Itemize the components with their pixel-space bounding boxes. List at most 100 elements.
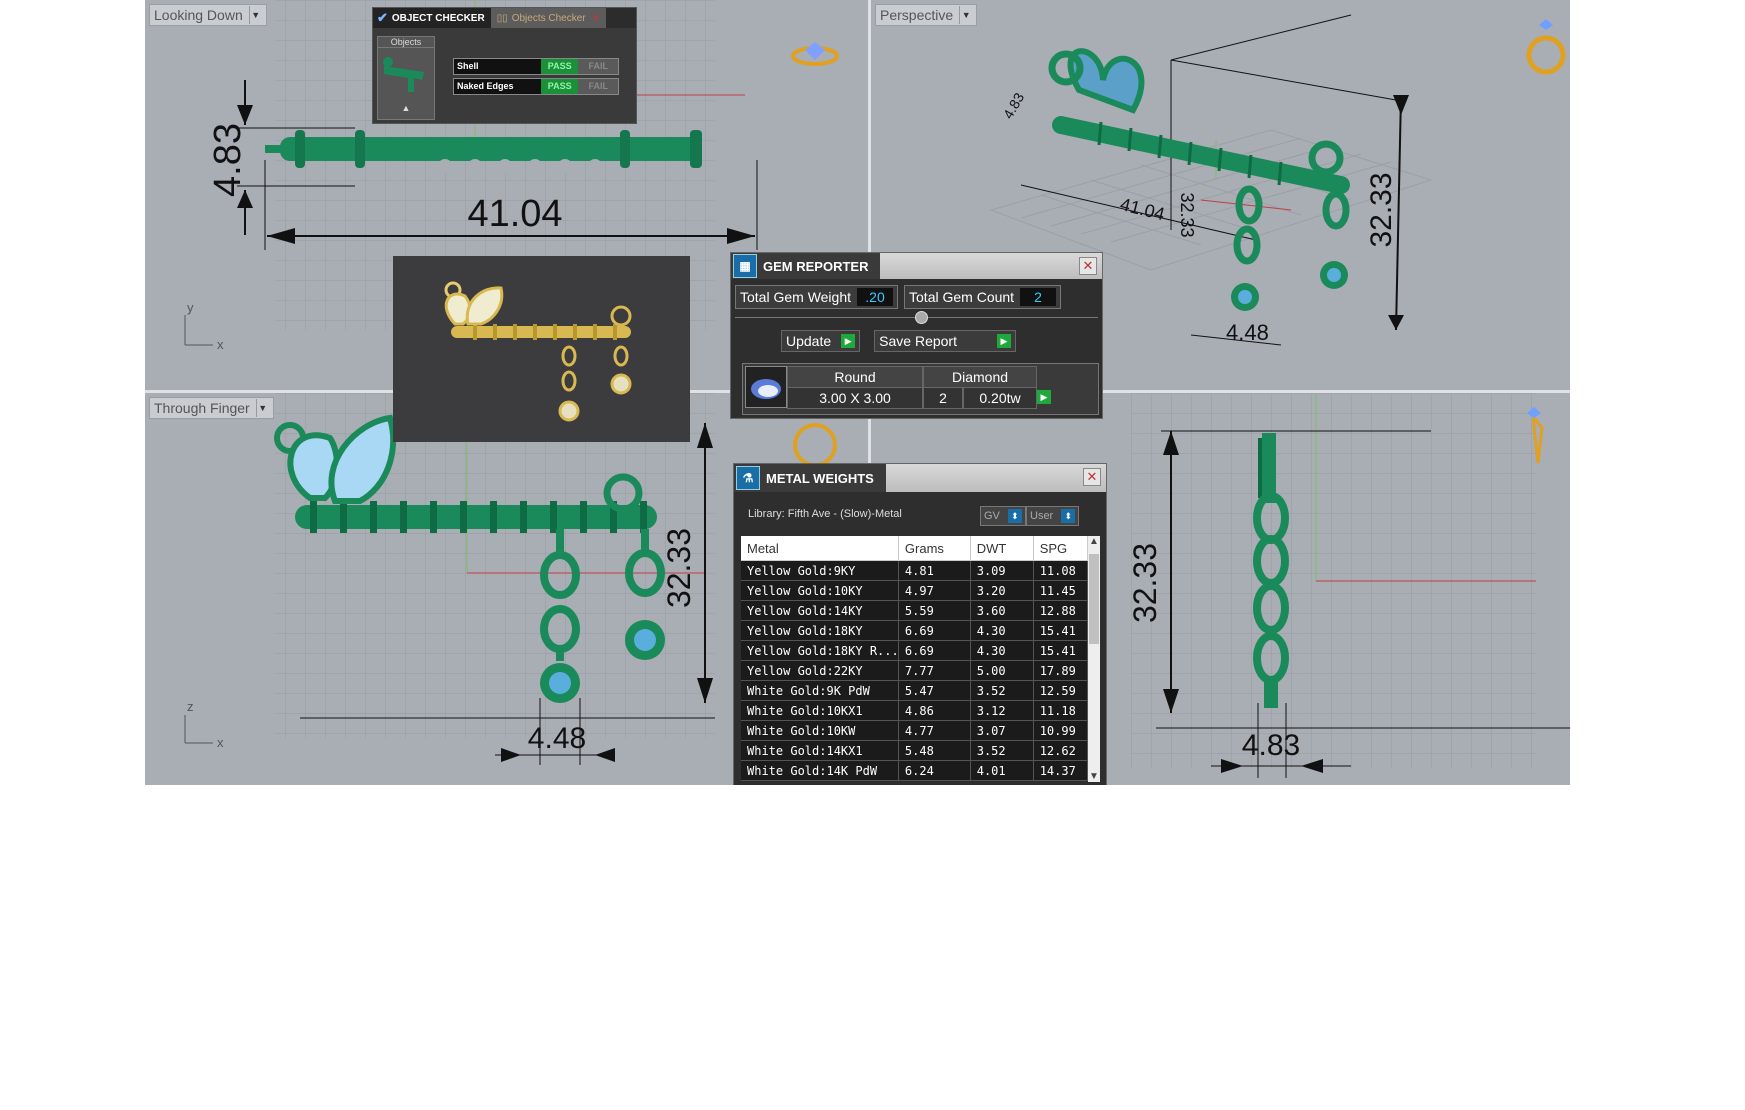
metal-library-label: Library: Fifth Ave - (Slow)-Metal bbox=[748, 508, 902, 520]
gem-reporter-panel: ▦ GEM REPORTER ✕ Total Gem Weight .20 Tot… bbox=[730, 252, 1103, 419]
table-cell: 12.62 bbox=[1033, 740, 1089, 761]
ring-perspective-icon[interactable] bbox=[1526, 19, 1566, 75]
tab-object-checker[interactable]: ✔ OBJECT CHECKER bbox=[373, 8, 491, 28]
table-cell: 3.20 bbox=[970, 580, 1034, 601]
persp-dim-small: 4.83 bbox=[1000, 90, 1028, 122]
gv-selector[interactable]: GV ⬍ bbox=[980, 506, 1026, 526]
column-header-grams[interactable]: Grams bbox=[898, 536, 971, 561]
table-cell: Yellow Gold:18KY bbox=[741, 620, 899, 641]
slider-knob[interactable] bbox=[915, 311, 928, 324]
table-cell: 11.45 bbox=[1033, 580, 1089, 601]
table-cell: Yellow Gold:18KY R... bbox=[741, 640, 899, 661]
table-row[interactable]: Yellow Gold:10KY 4.97 3.20 11.45 bbox=[741, 580, 1089, 601]
table-cell: 14.37 bbox=[1033, 760, 1089, 781]
table-row[interactable]: White Gold:14KX1 5.48 3.52 12.62 bbox=[741, 740, 1089, 761]
table-cell: White Gold:14K PdW bbox=[741, 760, 899, 781]
scrollbar[interactable]: ▲ ▼ bbox=[1088, 536, 1100, 782]
chevron-down-icon[interactable]: ▼ bbox=[255, 399, 269, 417]
play-icon[interactable]: ▶ bbox=[1037, 390, 1051, 404]
viewport-label-top[interactable]: Looking Down ▼ bbox=[149, 4, 267, 26]
table-cell: 3.52 bbox=[970, 680, 1034, 701]
close-icon[interactable]: ✕ bbox=[1079, 257, 1097, 275]
scrollbar-thumb[interactable] bbox=[1089, 554, 1099, 644]
axis-y-label: y bbox=[187, 300, 194, 315]
table-row[interactable]: White Gold:10KW 4.77 3.07 10.99 bbox=[741, 720, 1089, 741]
table-cell: 12.88 bbox=[1033, 600, 1089, 621]
table-cell: White Gold:9K PdW bbox=[741, 680, 899, 701]
dropdown-icon[interactable]: ⬍ bbox=[1007, 509, 1022, 523]
gem-slider[interactable] bbox=[735, 311, 1098, 324]
gem-size: 3.00 X 3.00 bbox=[787, 387, 923, 409]
column-header-metal[interactable]: Metal bbox=[741, 536, 899, 561]
table-cell: White Gold:14KX1 bbox=[741, 740, 899, 761]
table-cell: White Gold:10KX1 bbox=[741, 700, 899, 721]
check-row-naked-edges[interactable]: Naked Edges PASS FAIL bbox=[453, 78, 619, 95]
table-cell: 3.09 bbox=[970, 560, 1034, 581]
tab-objects-checker[interactable]: ▯▯ Objects Checker ✕ bbox=[490, 8, 607, 28]
front-dim-height: 32.33 bbox=[661, 528, 697, 608]
chevron-down-icon[interactable]: ▼ bbox=[959, 6, 972, 24]
table-cell: Yellow Gold:10KY bbox=[741, 580, 899, 601]
check-row-shell[interactable]: Shell PASS FAIL bbox=[453, 58, 619, 75]
gem-row[interactable]: Round Diamond 3.00 X 3.00 2 0.20tw ▶ bbox=[742, 363, 1099, 415]
table-cell: 5.00 bbox=[970, 660, 1034, 681]
axis-x-label: x bbox=[217, 337, 224, 352]
ring-top-icon[interactable] bbox=[791, 42, 839, 66]
table-cell: 4.97 bbox=[898, 580, 971, 601]
flask-icon: ⚗ bbox=[736, 466, 760, 490]
ring-front-icon[interactable] bbox=[793, 423, 837, 467]
gem-type: Diamond bbox=[923, 366, 1037, 388]
collapse-icon[interactable]: ▲ bbox=[378, 103, 434, 113]
table-cell: 6.69 bbox=[898, 620, 971, 641]
user-selector[interactable]: User ⬍ bbox=[1026, 506, 1080, 526]
table-cell: 11.18 bbox=[1033, 700, 1089, 721]
column-header-dwt[interactable]: DWT bbox=[970, 536, 1034, 561]
table-row[interactable]: Yellow Gold:18KY R... 6.69 4.30 15.41 bbox=[741, 640, 1089, 661]
table-cell: 12.59 bbox=[1033, 680, 1089, 701]
table-row[interactable]: Yellow Gold:9KY 4.81 3.09 11.08 bbox=[741, 560, 1089, 581]
gold-render-image bbox=[444, 281, 632, 422]
side-dim-width: 4.83 bbox=[1242, 729, 1300, 762]
viewport-label-perspective[interactable]: Perspective ▼ bbox=[875, 4, 978, 26]
table-cell: Yellow Gold:14KY bbox=[741, 600, 899, 621]
chevron-down-icon[interactable]: ▼ bbox=[248, 6, 262, 24]
gem-cut: Round bbox=[787, 366, 923, 388]
table-row[interactable]: White Gold:10KX1 4.86 3.12 11.18 bbox=[741, 700, 1089, 721]
save-report-button[interactable]: Save Report ▶ bbox=[874, 330, 1016, 352]
close-icon[interactable]: ✕ bbox=[1083, 468, 1101, 486]
column-header-spg[interactable]: SPG bbox=[1033, 536, 1089, 561]
table-row[interactable]: White Gold:9K PdW 5.47 3.52 12.59 bbox=[741, 680, 1089, 701]
persp-dim-height: 32.33 bbox=[1365, 172, 1398, 247]
table-cell: 4.30 bbox=[970, 620, 1034, 641]
table-cell: 6.24 bbox=[898, 760, 971, 781]
table-row[interactable]: Yellow Gold:22KY 7.77 5.00 17.89 bbox=[741, 660, 1089, 681]
table-row[interactable]: Yellow Gold:14KY 5.59 3.60 12.88 bbox=[741, 600, 1089, 621]
scroll-up-icon[interactable]: ▲ bbox=[1088, 536, 1100, 547]
table-cell: Yellow Gold:9KY bbox=[741, 560, 899, 581]
round-gem-icon bbox=[745, 366, 787, 408]
table-cell: 3.60 bbox=[970, 600, 1034, 621]
table-row[interactable]: White Gold:14K PdW 6.24 4.01 14.37 bbox=[741, 760, 1089, 781]
objects-header: Objects bbox=[378, 37, 434, 48]
object-thumbnail[interactable] bbox=[378, 48, 434, 98]
play-icon: ▶ bbox=[841, 334, 856, 348]
gem-reporter-icon: ▦ bbox=[733, 254, 757, 278]
persp-dim-depth: 32.33 bbox=[1177, 192, 1197, 237]
metal-weights-panel: ⚗ METAL WEIGHTS ✕ Library: Fifth Ave - (S… bbox=[733, 463, 1107, 785]
total-gem-count-value: 2 bbox=[1020, 288, 1057, 306]
close-icon[interactable]: ✕ bbox=[592, 13, 600, 24]
axis-x-label-front: x bbox=[217, 735, 224, 750]
object-checker-panel: ✔ OBJECT CHECKER ▯▯ Objects Checker ✕ Ob… bbox=[372, 7, 637, 124]
table-cell: 11.08 bbox=[1033, 560, 1089, 581]
update-button[interactable]: Update ▶ bbox=[781, 330, 861, 352]
viewport-label-front[interactable]: Through Finger ▼ bbox=[149, 397, 274, 419]
rhino-workspace: 4.83 41.04 y x Looking Down ▼ 32.33 32.33 bbox=[145, 0, 1570, 785]
table-cell: 4.01 bbox=[970, 760, 1034, 781]
dropdown-icon[interactable]: ⬍ bbox=[1061, 509, 1076, 523]
table-cell: 3.52 bbox=[970, 740, 1034, 761]
top-dim-length: 41.04 bbox=[467, 193, 562, 235]
scroll-down-icon[interactable]: ▼ bbox=[1088, 771, 1100, 782]
table-row[interactable]: Yellow Gold:18KY 6.69 4.30 15.41 bbox=[741, 620, 1089, 641]
table-cell: 10.99 bbox=[1033, 720, 1089, 741]
objects-thumbnail-panel: Objects ▲ bbox=[377, 36, 435, 120]
